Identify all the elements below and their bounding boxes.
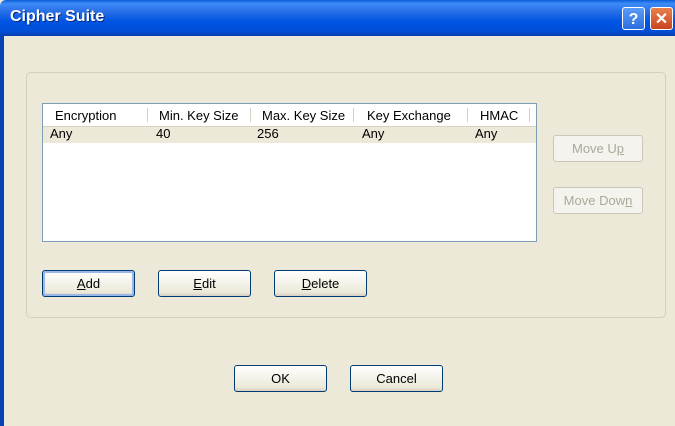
dialog-title: Cipher Suite <box>10 8 105 25</box>
cipher-suite-dialog: Cipher Suite ? ✕ Encryption Min. Key Siz… <box>0 0 675 426</box>
edit-mnemonic: E <box>193 276 202 291</box>
move-up-mnemonic: p <box>616 141 625 156</box>
edit-button[interactable]: Edit <box>158 270 251 297</box>
move-down-mnemonic: n <box>625 193 633 208</box>
cipher-list[interactable]: Encryption Min. Key Size Max. Key Size K… <box>42 103 537 242</box>
list-header: Encryption Min. Key Size Max. Key Size K… <box>43 104 536 127</box>
title-bar[interactable]: Cipher Suite ? ✕ <box>0 0 675 36</box>
column-divider[interactable] <box>250 108 251 122</box>
move-down-label: Move Dow <box>563 193 626 208</box>
edit-label: dit <box>201 276 216 291</box>
cell-key-exchange: Any <box>362 126 385 141</box>
column-header-encryption[interactable]: Encryption <box>55 104 116 126</box>
column-header-hmac[interactable]: HMAC <box>480 104 518 126</box>
close-button[interactable]: ✕ <box>650 7 673 30</box>
column-divider[interactable] <box>147 108 148 122</box>
help-button[interactable]: ? <box>622 7 645 30</box>
move-up-button[interactable]: Move Up <box>553 135 643 162</box>
column-divider[interactable] <box>467 108 468 122</box>
delete-label: elete <box>311 276 340 291</box>
cell-encryption: Any <box>50 126 73 141</box>
move-up-label: Move U <box>571 141 617 156</box>
cell-min-key-size: 40 <box>156 126 171 141</box>
help-icon: ? <box>628 11 639 28</box>
ok-button[interactable]: OK <box>234 365 327 392</box>
delete-button[interactable]: Delete <box>274 270 367 297</box>
add-mnemonic: A <box>76 276 86 291</box>
close-icon: ✕ <box>654 11 669 28</box>
move-down-button[interactable]: Move Down <box>553 187 643 214</box>
cancel-button[interactable]: Cancel <box>350 365 443 392</box>
column-header-min-key-size[interactable]: Min. Key Size <box>159 104 238 126</box>
column-divider[interactable] <box>353 108 354 122</box>
window-border <box>0 36 4 426</box>
add-button[interactable]: Add <box>42 270 135 297</box>
delete-mnemonic: D <box>301 276 312 291</box>
column-header-max-key-size[interactable]: Max. Key Size <box>262 104 345 126</box>
table-row[interactable]: Any 40 256 Any Any <box>43 127 536 143</box>
column-divider[interactable] <box>529 108 530 122</box>
column-header-key-exchange[interactable]: Key Exchange <box>367 104 451 126</box>
cell-hmac: Any <box>475 126 498 141</box>
cell-max-key-size: 256 <box>257 126 279 141</box>
add-label: dd <box>85 276 101 291</box>
